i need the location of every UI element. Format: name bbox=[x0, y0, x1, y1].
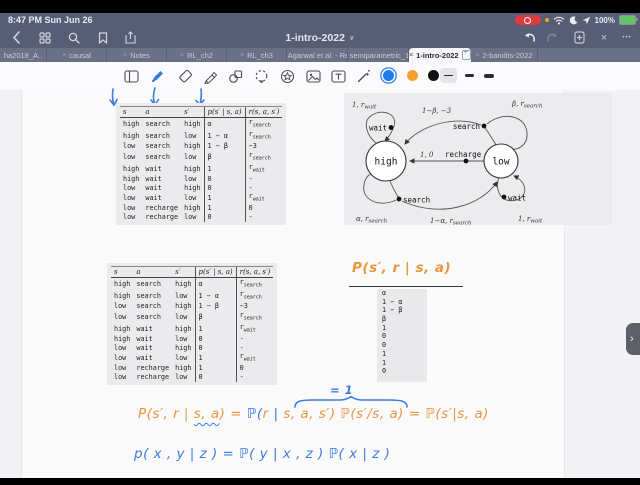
tab-ha2018[interactable]: ha2018_A.. bbox=[0, 48, 47, 62]
color-blue-swatch[interactable] bbox=[383, 70, 394, 81]
title-caret-icon: ∨ bbox=[349, 34, 355, 42]
tab-close-icon[interactable]: × bbox=[240, 52, 244, 59]
chevron-right-icon: › bbox=[630, 333, 634, 345]
state-high-label: high bbox=[375, 157, 398, 168]
p-column-underline bbox=[349, 286, 463, 287]
state-low-label: low bbox=[492, 157, 509, 168]
edge-label-search-low-to-high: 1−β, −3 bbox=[422, 107, 452, 115]
status-right-cluster: 100% bbox=[515, 14, 636, 26]
tab-rl-ch3[interactable]: ×RL_ch3 bbox=[227, 48, 287, 62]
redo-button[interactable] bbox=[543, 27, 561, 48]
recycling-robot-state-diagram: high low wait search recharge search wai… bbox=[344, 93, 612, 225]
tab-2-bandits-2022[interactable]: ×2-bandits-2022 bbox=[471, 48, 538, 62]
tab-causal[interactable]: ×causal bbox=[47, 48, 107, 62]
orange-privacy-dot-icon bbox=[545, 18, 549, 22]
tab-notes[interactable]: ×Notes bbox=[107, 48, 167, 62]
undo-button[interactable] bbox=[520, 27, 538, 48]
status-time-date: 8:47 PM Sun Jun 26 bbox=[8, 15, 93, 25]
stroke-thin-button[interactable] bbox=[440, 68, 457, 83]
mdp-dynamics-table-bottom: sas′p(s′ | s, a)r(s, a, s′)highsearchhig… bbox=[107, 263, 277, 385]
wavy-underline-s-a: s, a bbox=[194, 406, 220, 422]
handwritten-equation-2: p( x , y | z ) = ℙ( y | x , z ) ℙ( x | z… bbox=[134, 446, 390, 462]
tab-close-icon[interactable]: × bbox=[62, 52, 66, 59]
more-menu-button[interactable]: ••• bbox=[618, 27, 636, 48]
tab-agarwal[interactable]: ×Agarwal et al. - Re.. bbox=[287, 48, 348, 62]
tab-bar-empty-space bbox=[538, 48, 640, 62]
recording-badge-icon[interactable] bbox=[515, 15, 541, 25]
tab-1-intro-2022-active[interactable]: ×1-intro-2022 bbox=[409, 48, 471, 62]
top-letterbox bbox=[0, 0, 640, 13]
action-wait-low-label: wait bbox=[508, 194, 526, 203]
handwritten-equals-one: = 1 bbox=[330, 383, 353, 397]
magic-pen-tool-icon[interactable] bbox=[355, 68, 371, 84]
tab-semiparametric[interactable]: ×semiparametric_1.. bbox=[348, 48, 409, 62]
battery-icon bbox=[619, 15, 636, 25]
bottom-letterbox bbox=[0, 478, 640, 485]
tab-rl-ch2[interactable]: ×RL_ch2 bbox=[167, 48, 227, 62]
battery-percent: 100% bbox=[595, 16, 615, 25]
wifi-icon bbox=[553, 16, 565, 25]
color-orange-swatch[interactable] bbox=[407, 70, 418, 81]
tab-close-icon[interactable]: × bbox=[409, 52, 413, 59]
status-bar: 8:47 PM Sun Jun 26 100% bbox=[0, 13, 640, 27]
p-column-values: α1 − α1 − ββ100110 bbox=[377, 289, 427, 382]
page-panel-icon[interactable] bbox=[123, 68, 139, 84]
pen-tool-icon[interactable] bbox=[149, 68, 165, 84]
eraser-tool-icon[interactable] bbox=[177, 68, 193, 84]
handwritten-equation-1: P(s′, r | s, a) = ℙ(r | s, a, s′) ℙ(s′/s… bbox=[138, 406, 489, 422]
shapes-tool-icon[interactable] bbox=[227, 68, 243, 84]
action-search-high-label: search bbox=[403, 196, 430, 205]
sticker-tool-icon[interactable] bbox=[279, 68, 295, 84]
edge-label-recharge: 1, 0 bbox=[420, 151, 434, 159]
tab-close-icon[interactable]: × bbox=[180, 52, 184, 59]
handwritten-p-column-header: P(s′, r | s, a) bbox=[352, 260, 451, 276]
do-not-disturb-moon-icon bbox=[569, 16, 578, 25]
next-page-chevron-button[interactable]: › bbox=[626, 323, 640, 355]
tab-close-icon[interactable]: × bbox=[123, 52, 127, 59]
stroke-thick-button[interactable] bbox=[480, 68, 497, 83]
image-tool-icon[interactable] bbox=[305, 68, 321, 84]
ipad-screen: 8:47 PM Sun Jun 26 100% bbox=[0, 0, 640, 485]
add-page-button[interactable] bbox=[570, 27, 588, 48]
stroke-medium-button[interactable] bbox=[461, 68, 478, 83]
action-wait-high-label: wait bbox=[369, 124, 387, 133]
mdp-dynamics-table-top: sas′p(s′ | s, a)r(s, a, s′)highsearchhig… bbox=[116, 103, 286, 225]
action-search-low-label: search bbox=[453, 122, 480, 131]
text-tool-icon[interactable] bbox=[330, 68, 346, 84]
tab-page-add-icon[interactable] bbox=[462, 50, 471, 60]
editing-toolbar bbox=[0, 62, 640, 91]
action-recharge-label: recharge bbox=[445, 150, 482, 159]
document-tab-bar: ha2018_A.. ×causal ×Notes ×RL_ch2 ×RL_ch… bbox=[0, 48, 640, 62]
lasso-tool-icon[interactable] bbox=[253, 68, 269, 84]
location-arrow-icon bbox=[582, 16, 591, 25]
highlighter-tool-icon[interactable] bbox=[202, 68, 218, 84]
close-document-button[interactable]: × bbox=[596, 27, 612, 48]
content-area: sas′p(s′ | s, a)r(s, a, s′)highsearchhig… bbox=[0, 90, 640, 478]
color-black-swatch[interactable] bbox=[428, 70, 439, 81]
navigation-bar: 1-intro-2022∨ × ••• bbox=[0, 27, 640, 48]
tab-close-icon[interactable]: × bbox=[475, 52, 479, 59]
